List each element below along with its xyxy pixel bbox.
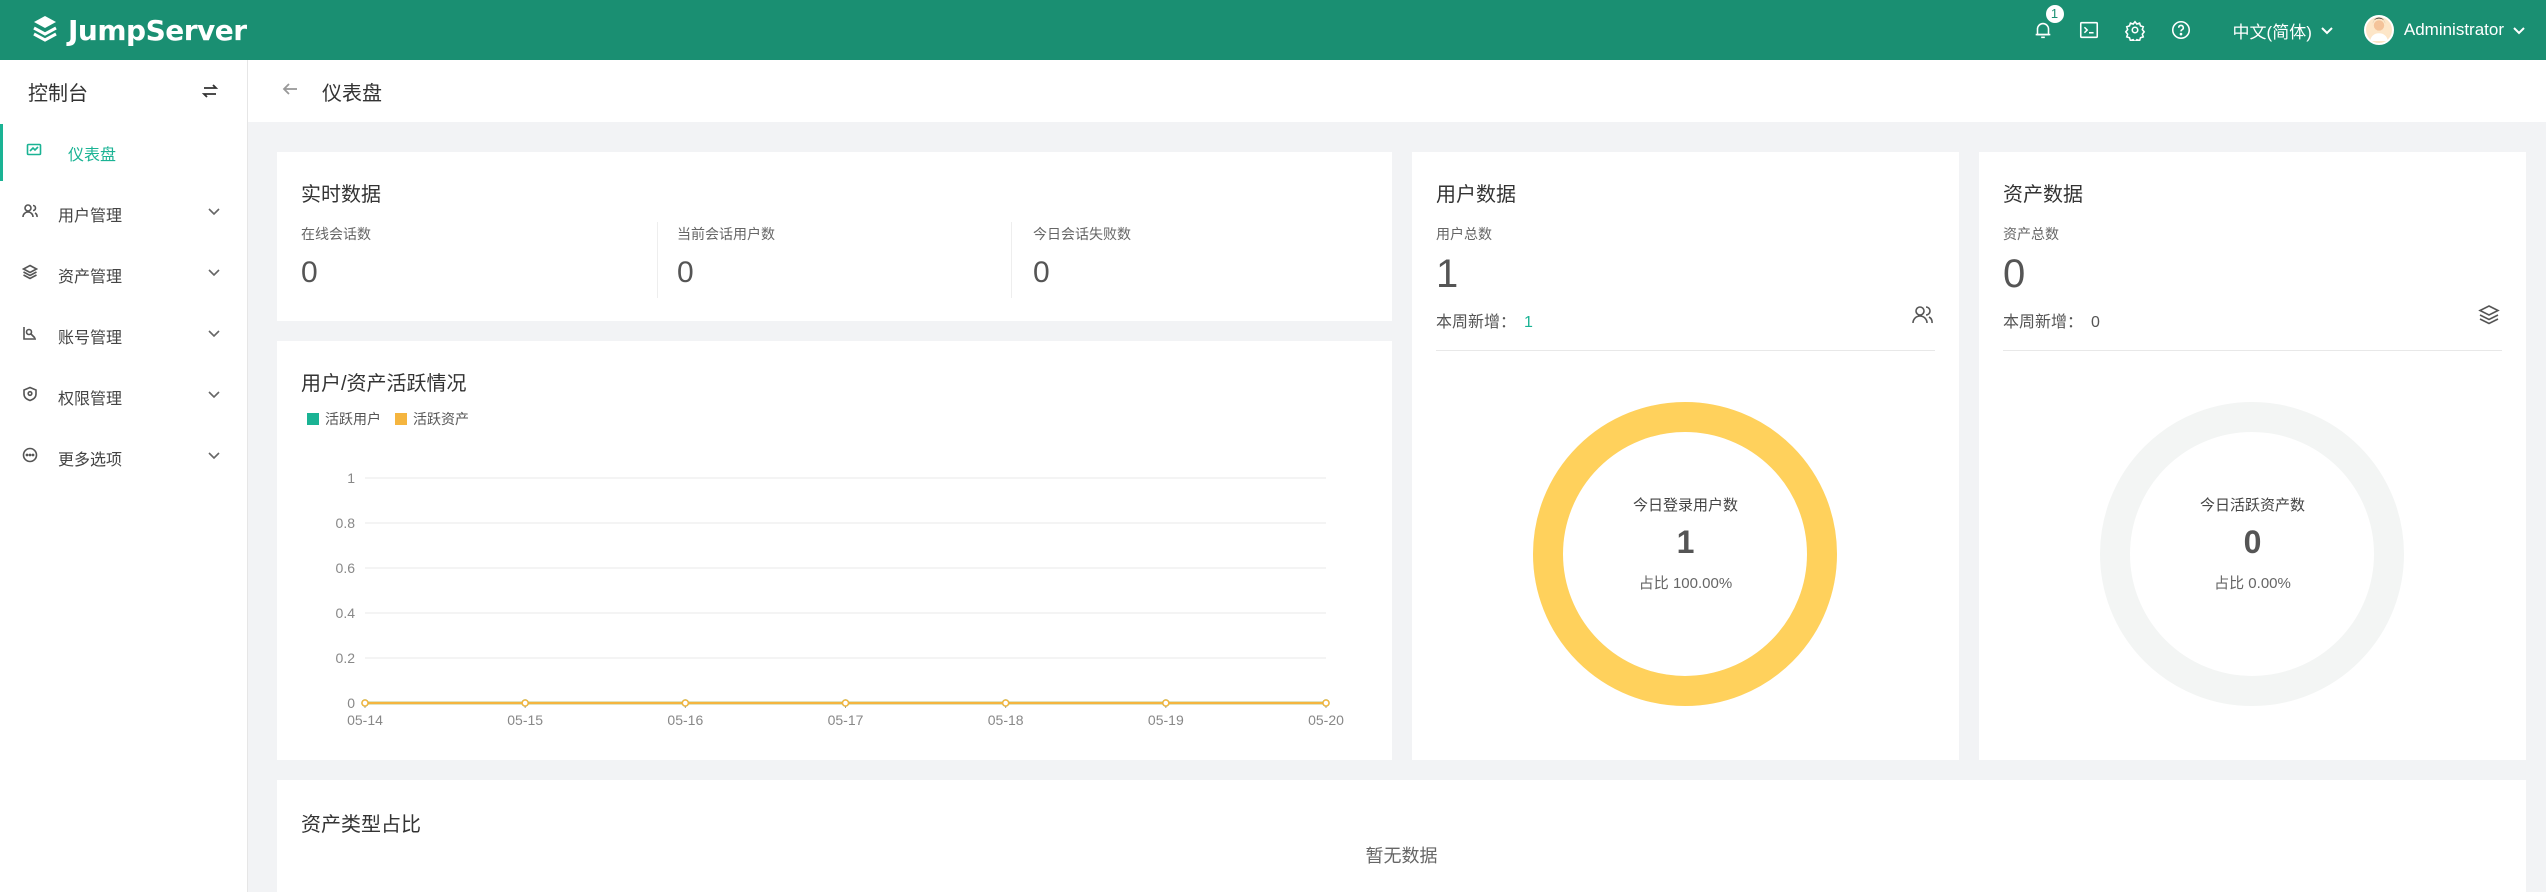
data-point[interactable] — [1001, 699, 1010, 707]
data-point[interactable] — [1322, 699, 1330, 707]
chevron-down-icon — [2321, 27, 2333, 35]
login-users-donut-chart — [1533, 402, 1837, 706]
metric-value: 0 — [301, 256, 318, 289]
sidebar-item-label: 用户管理 — [58, 207, 123, 225]
metric-value: 0 — [677, 256, 694, 289]
x-tick-label: 05-17 — [828, 712, 864, 728]
donut-ratio: 占比 0.00% — [2214, 575, 2291, 592]
layers-icon — [21, 264, 39, 285]
jumpserver-logo-icon — [33, 16, 57, 42]
asset-data-card: 资产数据 资产总数 0 本周新增： 0 今日活跃资产数 0 占比 0.00% — [1979, 152, 2526, 760]
data-point[interactable] — [681, 699, 690, 707]
terminal-icon[interactable] — [2077, 18, 2101, 42]
more-icon — [22, 447, 38, 468]
notification-bell-icon[interactable]: 1 — [2031, 4, 2065, 42]
sidebar-header: 控制台 — [0, 60, 247, 122]
donut-value: 1 — [1676, 524, 1695, 560]
sidebar-item-accounts[interactable]: 账号管理 — [0, 305, 247, 366]
active-assets-donut-chart — [2100, 402, 2404, 706]
user-data-card: 用户数据 用户总数 1 本周新增： 1 今日登录用户数 1 占比 100.00% — [1412, 152, 1959, 760]
notification-badge: 1 — [2044, 4, 2065, 24]
chevron-down-icon — [207, 326, 221, 345]
help-icon[interactable] — [2169, 18, 2193, 42]
metric-label: 当前会话用户数 — [677, 226, 775, 242]
shield-icon — [22, 386, 38, 407]
page-header: 仪表盘 — [248, 60, 2546, 122]
metric-label: 在线会话数 — [301, 226, 371, 242]
page-title: 仪表盘 — [322, 82, 382, 105]
language-label: 中文(简体) — [2232, 22, 2312, 42]
data-point[interactable] — [521, 699, 529, 707]
switch-view-icon[interactable] — [201, 82, 219, 100]
sidebar-title: 控制台 — [28, 82, 88, 105]
y-tick-label: 1 — [347, 470, 355, 486]
account-icon — [22, 325, 38, 346]
users-icon — [22, 203, 38, 224]
sidebar-item-label: 资产管理 — [58, 268, 123, 286]
chevron-down-icon — [207, 448, 221, 467]
sidebar-item-label: 权限管理 — [58, 390, 123, 408]
language-selector[interactable]: 中文(简体) — [2233, 18, 2334, 43]
user-menu[interactable]: Administrator — [2363, 15, 2526, 45]
metric-value: 0 — [1033, 256, 1050, 289]
metric-current-session-users: 当前会话用户数 0 — [677, 224, 775, 290]
sidebar-item-permissions[interactable]: 权限管理 — [0, 366, 247, 427]
y-tick-label: 0 — [347, 695, 355, 711]
donut-label: 今日活跃资产数 — [2199, 497, 2305, 514]
sidebar-item-dashboard[interactable]: 仪表盘 — [0, 122, 247, 183]
sidebar-item-assets[interactable]: 资产管理 — [0, 244, 247, 305]
sidebar-item-label: 仪表盘 — [68, 146, 117, 164]
y-tick-label: 0.2 — [336, 650, 356, 666]
data-point[interactable] — [1162, 699, 1170, 707]
empty-state-text: 暂无数据 — [1365, 846, 1438, 866]
data-point[interactable] — [361, 699, 369, 707]
x-tick-label: 05-16 — [667, 712, 703, 728]
data-point[interactable] — [841, 699, 850, 707]
chevron-down-icon — [207, 265, 221, 284]
x-tick-label: 05-19 — [1148, 712, 1184, 728]
username: Administrator — [2403, 20, 2504, 39]
top-navbar: JumpServer 1 中文(简体) Administrator — [0, 0, 2546, 60]
sidebar: 控制台 仪表盘 用户管理 资产管理 账号管理 权限管理 更多选项 — [0, 60, 248, 892]
y-tick-label: 0.8 — [336, 515, 356, 531]
card-title: 资产类型占比 — [301, 814, 421, 836]
settings-gear-icon[interactable] — [2123, 18, 2147, 42]
x-tick-label: 05-20 — [1308, 712, 1344, 728]
card-title: 实时数据 — [301, 184, 381, 206]
app-logo[interactable]: JumpServer — [28, 13, 247, 47]
chevron-down-icon — [207, 387, 221, 406]
app-name: JumpServer — [68, 13, 247, 47]
back-arrow-icon[interactable] — [248, 79, 300, 104]
y-tick-label: 0.4 — [336, 605, 356, 621]
sidebar-item-label: 账号管理 — [58, 329, 123, 347]
donut-ratio: 占比 100.00% — [1638, 575, 1733, 592]
chevron-down-icon — [207, 204, 221, 223]
avatar — [2363, 15, 2394, 45]
activity-line-chart: 0 0.2 0.4 0.6 0.8 1 05-14 05-15 05-16 05-17 05-18 0… — [336, 470, 1345, 728]
metric-online-sessions: 在线会话数 0 — [301, 224, 371, 290]
sidebar-item-label: 更多选项 — [58, 451, 123, 469]
sidebar-item-more[interactable]: 更多选项 — [0, 427, 247, 488]
metric-label: 今日会话失败数 — [1033, 226, 1131, 242]
x-tick-label: 05-15 — [507, 712, 543, 728]
metric-failed-sessions-today: 今日会话失败数 0 — [1033, 224, 1131, 290]
x-tick-label: 05-18 — [988, 712, 1024, 728]
asset-type-card: 资产类型占比 暂无数据 — [277, 780, 2526, 892]
y-tick-label: 0.6 — [336, 560, 356, 576]
donut-value: 0 — [2243, 524, 2262, 560]
donut-label: 今日登录用户数 — [1632, 497, 1738, 514]
divider — [657, 222, 658, 298]
activity-chart-card: 用户/资产活跃情况 活跃用户 活跃资产 0 0.2 0.4 0.6 0.8 1 05-14 0… — [277, 341, 1392, 760]
sidebar-item-users[interactable]: 用户管理 — [0, 183, 247, 244]
divider — [1011, 222, 1012, 298]
x-tick-label: 05-14 — [347, 712, 383, 728]
realtime-data-card: 实时数据 在线会话数 0 当前会话用户数 0 今日会话失败数 0 — [277, 152, 1392, 321]
dashboard-icon — [26, 142, 42, 163]
chevron-down-icon — [2513, 27, 2525, 35]
